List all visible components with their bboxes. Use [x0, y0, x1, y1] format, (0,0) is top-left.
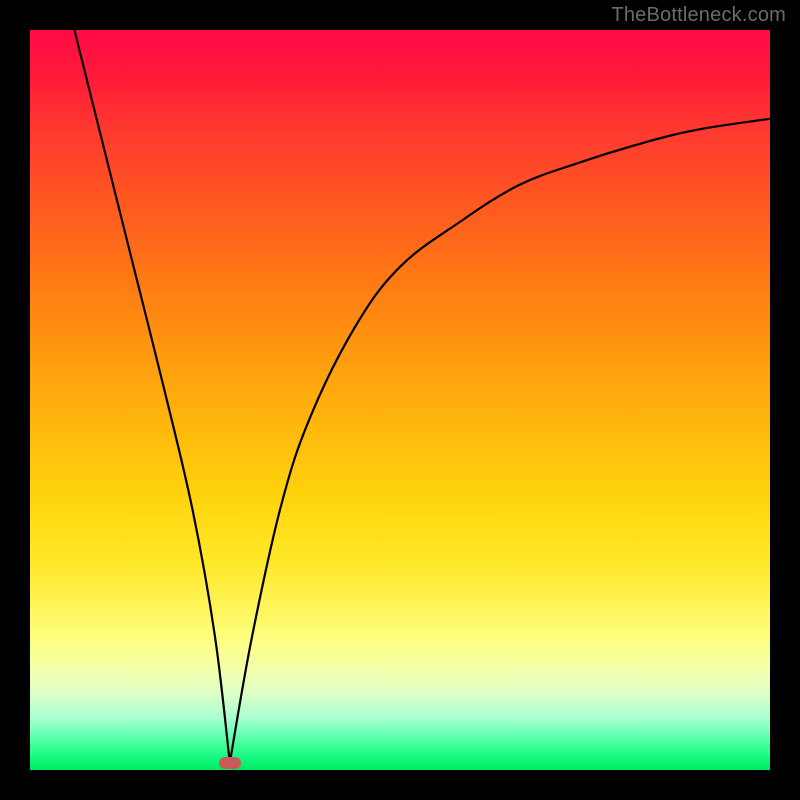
curve-right-branch: [230, 119, 770, 763]
plot-area: [30, 30, 770, 770]
curve-left-branch: [74, 30, 229, 763]
watermark-text: TheBottleneck.com: [611, 4, 786, 27]
chart-frame: TheBottleneck.com: [0, 0, 800, 800]
bottleneck-curve: [30, 30, 770, 770]
marker-bump: [219, 757, 241, 769]
